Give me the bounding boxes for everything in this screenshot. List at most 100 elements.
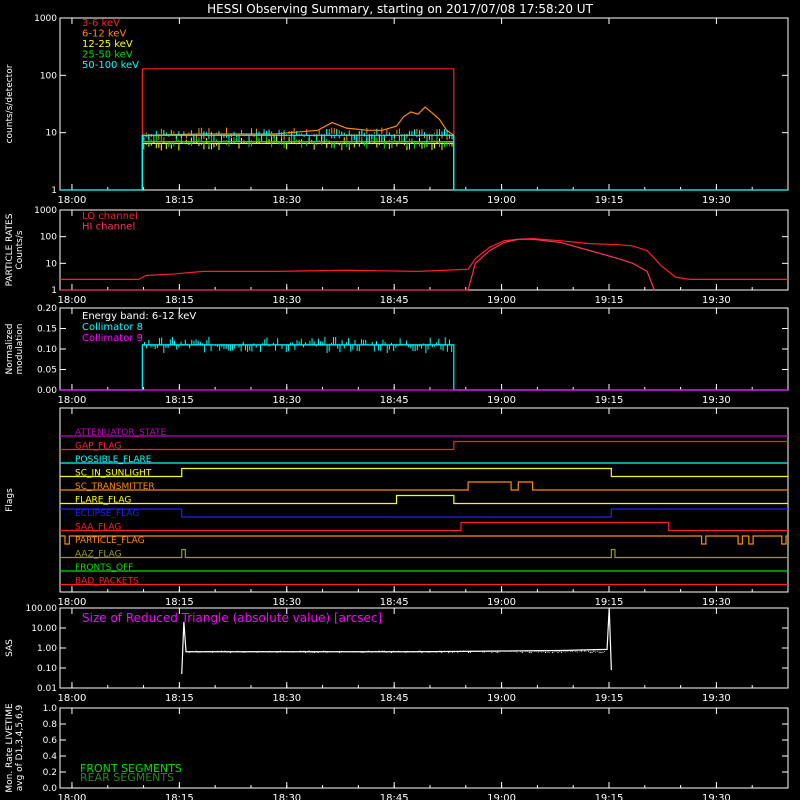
flag-label-POSSIBLE_FLARE: POSSIBLE_FLARE [75, 455, 152, 465]
flag-label-ATTENUATOR_STATE: ATTENUATOR_STATE [75, 428, 167, 438]
flag-label-ECLIPSE_FLAG: ECLIPSE_FLAG [75, 509, 139, 519]
flags-xtick-label: 18:00 [58, 597, 87, 608]
modulation-ytick-label: 0.05 [37, 366, 57, 376]
livetime-xtick-label: 18:15 [165, 793, 194, 800]
flag-label-GAP_FLAG: GAP_FLAG [75, 442, 121, 452]
sas-xtick-label: 19:30 [702, 693, 731, 704]
hessi-summary-chart: HESSI Observing Summary, starting on 201… [0, 0, 800, 800]
modulation-annotation: Energy band: 6-12 keV [82, 311, 196, 322]
count_rates-xtick-label: 18:00 [58, 195, 87, 206]
modulation-ylabel: modulation [15, 324, 25, 375]
modulation-ylabel: Normalized [5, 323, 15, 374]
particle_rates-ytick-label: 100 [40, 233, 57, 243]
particle_rates-xtick-label: 19:30 [702, 295, 731, 306]
particle_rates-ylabel: Counts/s [15, 230, 25, 269]
flag-label-SC_TRANSMITTER: SC_TRANSMITTER [75, 482, 155, 492]
flag-label-FRONTS_OFF: FRONTS_OFF [75, 563, 133, 573]
livetime-xtick-label: 19:30 [702, 793, 731, 800]
particle_rates-ytick-label: 1000 [34, 206, 57, 216]
count_rates-xtick-label: 18:30 [272, 195, 301, 206]
legend-50-100 keV: 50-100 keV [82, 60, 139, 71]
legend-3-6 keV: 3-6 keV [82, 18, 120, 29]
flags-ylabel: Flags [5, 488, 15, 512]
count_rates-xtick-label: 19:30 [702, 195, 731, 206]
flag-label-PARTICLE_FLAG: PARTICLE_FLAG [75, 536, 145, 546]
particle_rates-ylabel: PARTICLE RATES [5, 213, 15, 286]
count_rates-xtick-label: 19:15 [595, 195, 624, 206]
livetime-xtick-label: 18:45 [380, 793, 409, 800]
legend-6-12 keV: 6-12 keV [82, 29, 126, 40]
modulation-xtick-label: 18:30 [272, 395, 301, 406]
particle_rates-xtick-label: 18:30 [272, 295, 301, 306]
livetime-ytick-label: 0.2 [43, 768, 57, 778]
livetime-xtick-label: 19:15 [595, 793, 624, 800]
legend-Collimator 8: Collimator 8 [82, 322, 143, 333]
count_rates-xtick-label: 19:00 [487, 195, 516, 206]
legend-25-50 keV: 25-50 keV [82, 50, 133, 61]
modulation-xtick-label: 18:45 [380, 395, 409, 406]
flags-xtick-label: 18:30 [272, 597, 301, 608]
flag-label-BAD_PACKETS: BAD_PACKETS [75, 577, 139, 587]
particle_rates-xtick-label: 19:15 [595, 295, 624, 306]
sas-xtick-label: 18:15 [165, 693, 194, 704]
sas-xtick-label: 18:30 [272, 693, 301, 704]
sas-ylabel: SAS [5, 639, 15, 657]
livetime-ytick-label: 0.4 [43, 752, 58, 762]
modulation-xtick-label: 18:00 [58, 395, 87, 406]
sas-ytick-label: 0.01 [37, 684, 57, 694]
sas-ytick-label: 0.10 [37, 664, 57, 674]
sas-xtick-label: 19:00 [487, 693, 516, 704]
flag-label-SC_IN_SUNLIGHT: SC_IN_SUNLIGHT [75, 469, 152, 479]
sas-ytick-label: 1.00 [37, 644, 57, 654]
livetime-ylabel: avg of D1,3,4,5,6,9 [15, 704, 25, 791]
count_rates-ylabel: counts/s/detector [5, 64, 15, 143]
count_rates-xtick-label: 18:15 [165, 195, 194, 206]
particle_rates-xtick-label: 18:00 [58, 295, 87, 306]
count_rates-ytick-label: 1000 [34, 14, 57, 24]
legend-LO channel: LO channel [82, 211, 138, 222]
count_rates-ytick-label: 1 [51, 186, 57, 196]
flags-xtick-label: 18:45 [380, 597, 409, 608]
sas-xtick-label: 18:00 [58, 693, 87, 704]
flag-label-AAZ_FLAG: AAZ_FLAG [75, 550, 122, 560]
legend-HI channel: HI channel [82, 222, 135, 233]
modulation-xtick-label: 19:30 [702, 395, 731, 406]
modulation-ytick-label: 0.20 [37, 304, 57, 314]
particle_rates-ytick-label: 1 [51, 286, 57, 296]
chart-title: HESSI Observing Summary, starting on 201… [207, 2, 593, 16]
particle_rates-xtick-label: 19:00 [487, 295, 516, 306]
modulation-xtick-label: 18:15 [165, 395, 194, 406]
livetime-xtick-label: 18:00 [58, 793, 87, 800]
livetime-ytick-label: 0.0 [43, 784, 58, 794]
livetime-ytick-label: 0.6 [43, 736, 58, 746]
livetime-ytick-label: 1.0 [43, 704, 58, 714]
livetime-ytick-label: 0.8 [43, 720, 58, 730]
sas-ytick-label: 10.00 [31, 624, 57, 634]
flags-xtick-label: 19:15 [595, 597, 624, 608]
particle_rates-xtick-label: 18:15 [165, 295, 194, 306]
livetime-ylabel: Mon. Rate LIVETIME [5, 703, 15, 793]
count_rates-xtick-label: 18:45 [380, 195, 409, 206]
modulation-xtick-label: 19:15 [595, 395, 624, 406]
sas-xtick-label: 18:45 [380, 693, 409, 704]
count_rates-ytick-label: 100 [40, 71, 57, 81]
modulation-ytick-label: 0.15 [37, 325, 57, 335]
flags-xtick-label: 19:30 [702, 597, 731, 608]
modulation-xtick-label: 19:00 [487, 395, 516, 406]
legend-Collimator 9: Collimator 9 [82, 333, 143, 344]
count_rates-ytick-label: 10 [46, 129, 58, 139]
flags-xtick-label: 19:00 [487, 597, 516, 608]
legend-REAR SEGMENTS: REAR SEGMENTS [80, 771, 174, 784]
flags-xtick-label: 18:15 [165, 597, 194, 608]
flag-label-SAA_FLAG: SAA_FLAG [75, 523, 121, 533]
modulation-ytick-label: 0.00 [37, 386, 57, 396]
livetime-xtick-label: 18:30 [272, 793, 301, 800]
livetime-xtick-label: 19:00 [487, 793, 516, 800]
flag-label-FLARE_FLAG: FLARE_FLAG [75, 496, 131, 506]
sas-xtick-label: 19:15 [595, 693, 624, 704]
particle_rates-ytick-label: 10 [46, 259, 58, 269]
modulation-ytick-label: 0.10 [37, 345, 57, 355]
legend-12-25 keV: 12-25 keV [82, 39, 133, 50]
sas-ytick-label: 100.00 [26, 604, 58, 614]
sas-annotation: Size of Reduced Triangle (absolute value… [82, 611, 382, 625]
